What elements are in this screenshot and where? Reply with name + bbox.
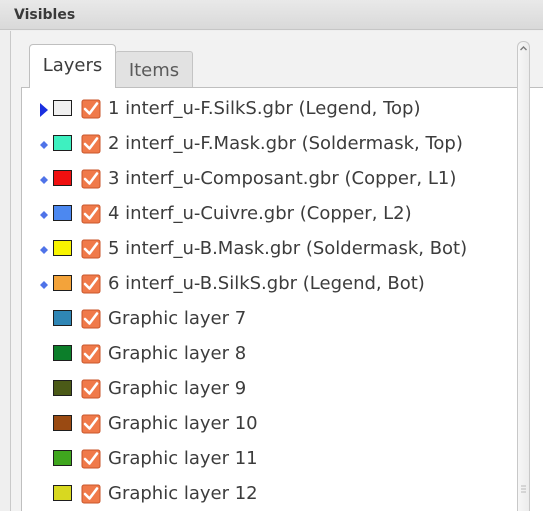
visibility-checkbox-icon[interactable]	[81, 99, 101, 119]
tab-layers[interactable]: Layers	[29, 44, 116, 88]
layer-color-swatch[interactable]	[53, 415, 72, 431]
layer-diamond-icon	[38, 138, 50, 152]
layer-row[interactable]: Graphic layer 8	[22, 337, 520, 372]
layer-row[interactable]: Graphic layer 7	[22, 302, 520, 337]
visibility-checkbox-icon[interactable]	[81, 379, 101, 399]
indicator-blank	[38, 488, 50, 502]
visibility-checkbox-icon[interactable]	[81, 309, 101, 329]
layer-label: 6 interf_u-B.SilkS.gbr (Legend, Bot)	[108, 273, 425, 294]
layer-row[interactable]: Graphic layer 9	[22, 372, 520, 407]
layer-label: Graphic layer 9	[108, 378, 247, 399]
visibility-checkbox-icon[interactable]	[81, 449, 101, 469]
layer-color-swatch[interactable]	[53, 135, 72, 151]
indicator-blank	[38, 348, 50, 362]
layer-label: Graphic layer 11	[108, 448, 258, 469]
layer-color-swatch[interactable]	[53, 380, 72, 396]
vertical-scrollbar[interactable]	[517, 41, 530, 511]
layer-row[interactable]: Graphic layer 12	[22, 477, 520, 512]
panel-body: Layers Items 1 interf_u-F.SilkS.gbr (Leg…	[10, 31, 543, 511]
indicator-blank	[38, 383, 50, 397]
visibles-panel: Visibles Layers Items 1 interf_u-F.SilkS…	[0, 0, 543, 511]
layer-diamond-icon	[38, 278, 50, 292]
scroll-up-arrow-icon[interactable]	[519, 44, 528, 53]
visibility-checkbox-icon[interactable]	[81, 204, 101, 224]
layer-diamond-icon	[38, 173, 50, 187]
scroll-grip-icon	[521, 485, 526, 493]
layers-tab-page: 1 interf_u-F.SilkS.gbr (Legend, Top) 2 in…	[21, 87, 543, 511]
layer-color-swatch[interactable]	[53, 450, 72, 466]
layer-label: 4 interf_u-Cuivre.gbr (Copper, L2)	[108, 203, 412, 224]
layer-color-swatch[interactable]	[53, 170, 72, 186]
indicator-blank	[38, 453, 50, 467]
layer-row[interactable]: 4 interf_u-Cuivre.gbr (Copper, L2)	[22, 197, 520, 232]
layer-color-swatch[interactable]	[53, 240, 72, 256]
visibility-checkbox-icon[interactable]	[81, 134, 101, 154]
indicator-blank	[38, 313, 50, 327]
panel-title: Visibles	[0, 0, 543, 30]
visibility-checkbox-icon[interactable]	[81, 169, 101, 189]
visibility-checkbox-icon[interactable]	[81, 484, 101, 504]
layer-label: Graphic layer 7	[108, 308, 247, 329]
layer-color-swatch[interactable]	[53, 275, 72, 291]
layer-color-swatch[interactable]	[53, 100, 72, 116]
layer-color-swatch[interactable]	[53, 345, 72, 361]
visibility-checkbox-icon[interactable]	[81, 239, 101, 259]
layer-row[interactable]: Graphic layer 10	[22, 407, 520, 442]
layer-row[interactable]: 3 interf_u-Composant.gbr (Copper, L1)	[22, 162, 520, 197]
layer-row[interactable]: 5 interf_u-B.Mask.gbr (Soldermask, Bot)	[22, 232, 520, 267]
layer-row[interactable]: 2 interf_u-F.Mask.gbr (Soldermask, Top)	[22, 127, 520, 162]
layer-label: Graphic layer 8	[108, 343, 247, 364]
tab-items[interactable]: Items	[115, 51, 193, 88]
visibility-checkbox-icon[interactable]	[81, 414, 101, 434]
layer-label: 5 interf_u-B.Mask.gbr (Soldermask, Bot)	[108, 238, 468, 259]
layer-color-swatch[interactable]	[53, 310, 72, 326]
layer-label: Graphic layer 12	[108, 483, 258, 504]
indicator-blank	[38, 418, 50, 432]
layer-row[interactable]: 1 interf_u-F.SilkS.gbr (Legend, Top)	[22, 92, 520, 127]
layer-label: Graphic layer 10	[108, 413, 258, 434]
layer-color-swatch[interactable]	[53, 485, 72, 501]
layer-label: 1 interf_u-F.SilkS.gbr (Legend, Top)	[108, 98, 421, 119]
layer-row[interactable]: 6 interf_u-B.SilkS.gbr (Legend, Bot)	[22, 267, 520, 302]
layer-label: 2 interf_u-F.Mask.gbr (Soldermask, Top)	[108, 133, 463, 154]
visibility-checkbox-icon[interactable]	[81, 274, 101, 294]
layer-color-swatch[interactable]	[53, 205, 72, 221]
layer-label: 3 interf_u-Composant.gbr (Copper, L1)	[108, 168, 457, 189]
layer-diamond-icon	[38, 208, 50, 222]
layer-list: 1 interf_u-F.SilkS.gbr (Legend, Top) 2 in…	[22, 88, 520, 512]
layer-diamond-icon	[38, 243, 50, 257]
visibility-checkbox-icon[interactable]	[81, 344, 101, 364]
active-layer-arrow-icon	[38, 103, 50, 117]
layer-row[interactable]: Graphic layer 11	[22, 442, 520, 477]
